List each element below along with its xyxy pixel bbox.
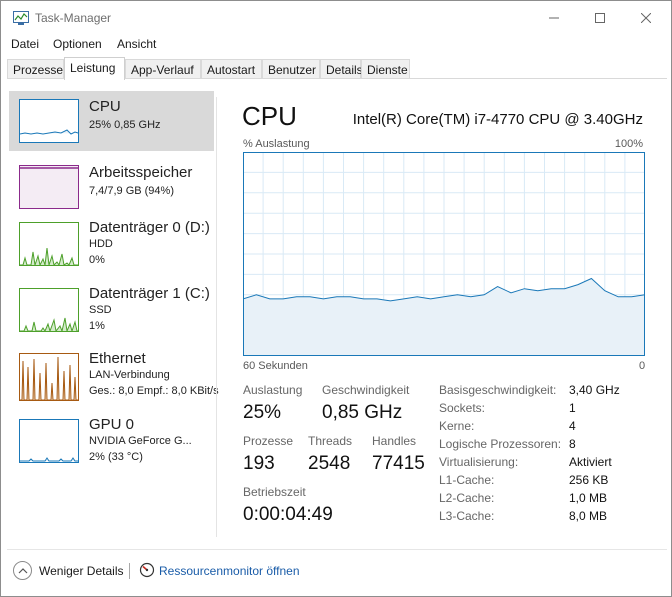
uptime-value: 0:00:04:49	[243, 504, 333, 525]
spec-label: Kerne:	[439, 419, 475, 433]
sidebar-item-title: Datenträger 0 (D:)	[89, 219, 210, 236]
sidebar-item-title: Arbeitsspeicher	[89, 164, 193, 181]
spec-value: Aktiviert	[569, 455, 612, 469]
menu-optionen[interactable]: Optionen	[53, 37, 102, 51]
performance-sidebar: CPU 25% 0,85 GHz Arbeitsspeicher 7,4/7,9…	[7, 89, 219, 549]
chevron-up-icon	[18, 567, 27, 573]
sidebar-item-type: LAN-Verbindung	[89, 369, 170, 381]
sidebar-item-disk-0[interactable]: Datenträger 0 (D:) HDD 0%	[9, 216, 214, 276]
sidebar-item-detail: Ges.: 8,0 Empf.: 8,0 KBit/s	[89, 385, 219, 397]
footer-separator	[129, 563, 130, 579]
disk-0-thumbnail-graph	[19, 222, 79, 266]
task-manager-app-icon	[13, 11, 29, 25]
memory-thumbnail-graph	[19, 165, 79, 209]
title-bar[interactable]: Task-Manager	[1, 1, 671, 34]
sidebar-item-disk-1[interactable]: Datenträger 1 (C:) SSD 1%	[9, 282, 214, 342]
page-title: CPU	[242, 101, 297, 131]
task-manager-window: Task-Manager Datei Optionen Ansicht Proz…	[0, 0, 672, 597]
tab-leistung[interactable]: Leistung	[64, 57, 125, 80]
tab-prozesse[interactable]: Prozesse	[7, 59, 64, 79]
sidebar-item-detail: 1%	[89, 320, 105, 332]
spec-value: 8	[569, 437, 576, 451]
close-icon	[641, 12, 651, 23]
menu-bar: Datei Optionen Ansicht	[1, 34, 671, 54]
spec-label: Sockets:	[439, 401, 486, 415]
fewer-details-button[interactable]: Weniger Details	[39, 564, 123, 578]
y-axis-max-label: 100%	[614, 138, 643, 150]
minimize-button[interactable]	[531, 1, 577, 34]
sidebar-item-detail: 25% 0,85 GHz	[89, 119, 161, 131]
sidebar-item-title: CPU	[89, 98, 121, 115]
open-resource-monitor-link[interactable]: Ressourcenmonitor öffnen	[159, 564, 300, 578]
spec-value: 256 KB	[569, 473, 609, 487]
spec-value: 8,0 MB	[569, 509, 608, 523]
maximize-icon	[595, 12, 605, 23]
spec-label: L3-Cache:	[439, 509, 495, 523]
sidebar-item-type: SSD	[89, 304, 112, 316]
tab-app-verlauf[interactable]: App-Verlauf	[125, 59, 201, 79]
disk-1-thumbnail-graph	[19, 288, 79, 332]
utilization-label: Auslastung	[243, 383, 303, 397]
utilization-value: 25%	[243, 402, 282, 423]
sidebar-item-cpu[interactable]: CPU 25% 0,85 GHz	[9, 91, 214, 151]
tab-autostart[interactable]: Autostart	[201, 59, 262, 79]
sidebar-item-gpu[interactable]: GPU 0 NVIDIA GeForce G... 2% (33 °C)	[9, 413, 214, 473]
maximize-button[interactable]	[577, 1, 623, 34]
tab-bar: Prozesse Leistung App-Verlauf Autostart …	[7, 57, 667, 80]
menu-ansicht[interactable]: Ansicht	[117, 37, 156, 51]
handles-label: Handles	[372, 434, 417, 448]
processes-value: 193	[243, 453, 275, 474]
processes-label: Prozesse	[243, 434, 294, 448]
uptime-label: Betriebszeit	[243, 485, 306, 499]
minimize-icon	[549, 17, 559, 18]
threads-value: 2548	[308, 453, 351, 474]
spec-value: 1,0 MB	[569, 491, 608, 505]
sidebar-item-detail: 2% (33 °C)	[89, 451, 143, 463]
speed-label: Geschwindigkeit	[322, 383, 410, 397]
x-axis-left-label: 60 Sekunden	[243, 360, 308, 372]
tab-details[interactable]: Details	[320, 59, 363, 79]
sidebar-item-ethernet[interactable]: Ethernet LAN-Verbindung Ges.: 8,0 Empf.:…	[9, 347, 219, 407]
menu-datei[interactable]: Datei	[11, 37, 39, 51]
threads-label: Threads	[308, 434, 353, 448]
resource-monitor-icon[interactable]	[139, 562, 155, 578]
close-button[interactable]	[623, 1, 669, 34]
cpu-usage-graph	[243, 152, 645, 356]
sidebar-item-title: GPU 0	[89, 416, 135, 433]
sidebar-item-detail: 0%	[89, 254, 105, 266]
spec-label: L2-Cache:	[439, 491, 495, 505]
spec-label: L1-Cache:	[439, 473, 495, 487]
gpu-thumbnail-graph	[19, 419, 79, 463]
speed-value: 0,85 GHz	[322, 402, 403, 423]
tab-dienste[interactable]: Dienste	[361, 59, 410, 79]
handles-value: 77415	[372, 453, 425, 474]
sidebar-item-title: Ethernet	[89, 350, 146, 367]
cpu-thumbnail-graph	[19, 99, 79, 143]
sidebar-item-memory[interactable]: Arbeitsspeicher 7,4/7,9 GB (94%)	[9, 157, 214, 217]
spec-value: 1	[569, 401, 576, 415]
spec-label: Basisgeschwindigkeit:	[439, 383, 557, 397]
sidebar-item-detail: 7,4/7,9 GB (94%)	[89, 185, 174, 197]
sidebar-item-type: NVIDIA GeForce G...	[89, 435, 192, 447]
spec-value: 4	[569, 419, 576, 433]
sidebar-divider	[216, 97, 217, 537]
sidebar-item-title: Datenträger 1 (C:)	[89, 285, 210, 302]
tab-benutzer[interactable]: Benutzer	[262, 59, 320, 79]
window-title: Task-Manager	[35, 11, 112, 25]
spec-label: Virtualisierung:	[439, 455, 519, 469]
x-axis-right-label: 0	[639, 360, 646, 372]
spec-label: Logische Prozessoren:	[439, 437, 562, 451]
y-axis-label: % Auslastung	[243, 138, 310, 150]
fewer-details-toggle[interactable]	[13, 561, 32, 580]
cpu-model-name: Intel(R) Core(TM) i7-4770 CPU @ 3.40GHz	[352, 111, 643, 128]
ethernet-thumbnail-graph	[19, 353, 79, 401]
footer-divider	[7, 549, 667, 550]
spec-value: 3,40 GHz	[569, 383, 620, 397]
sidebar-item-type: HDD	[89, 238, 113, 250]
